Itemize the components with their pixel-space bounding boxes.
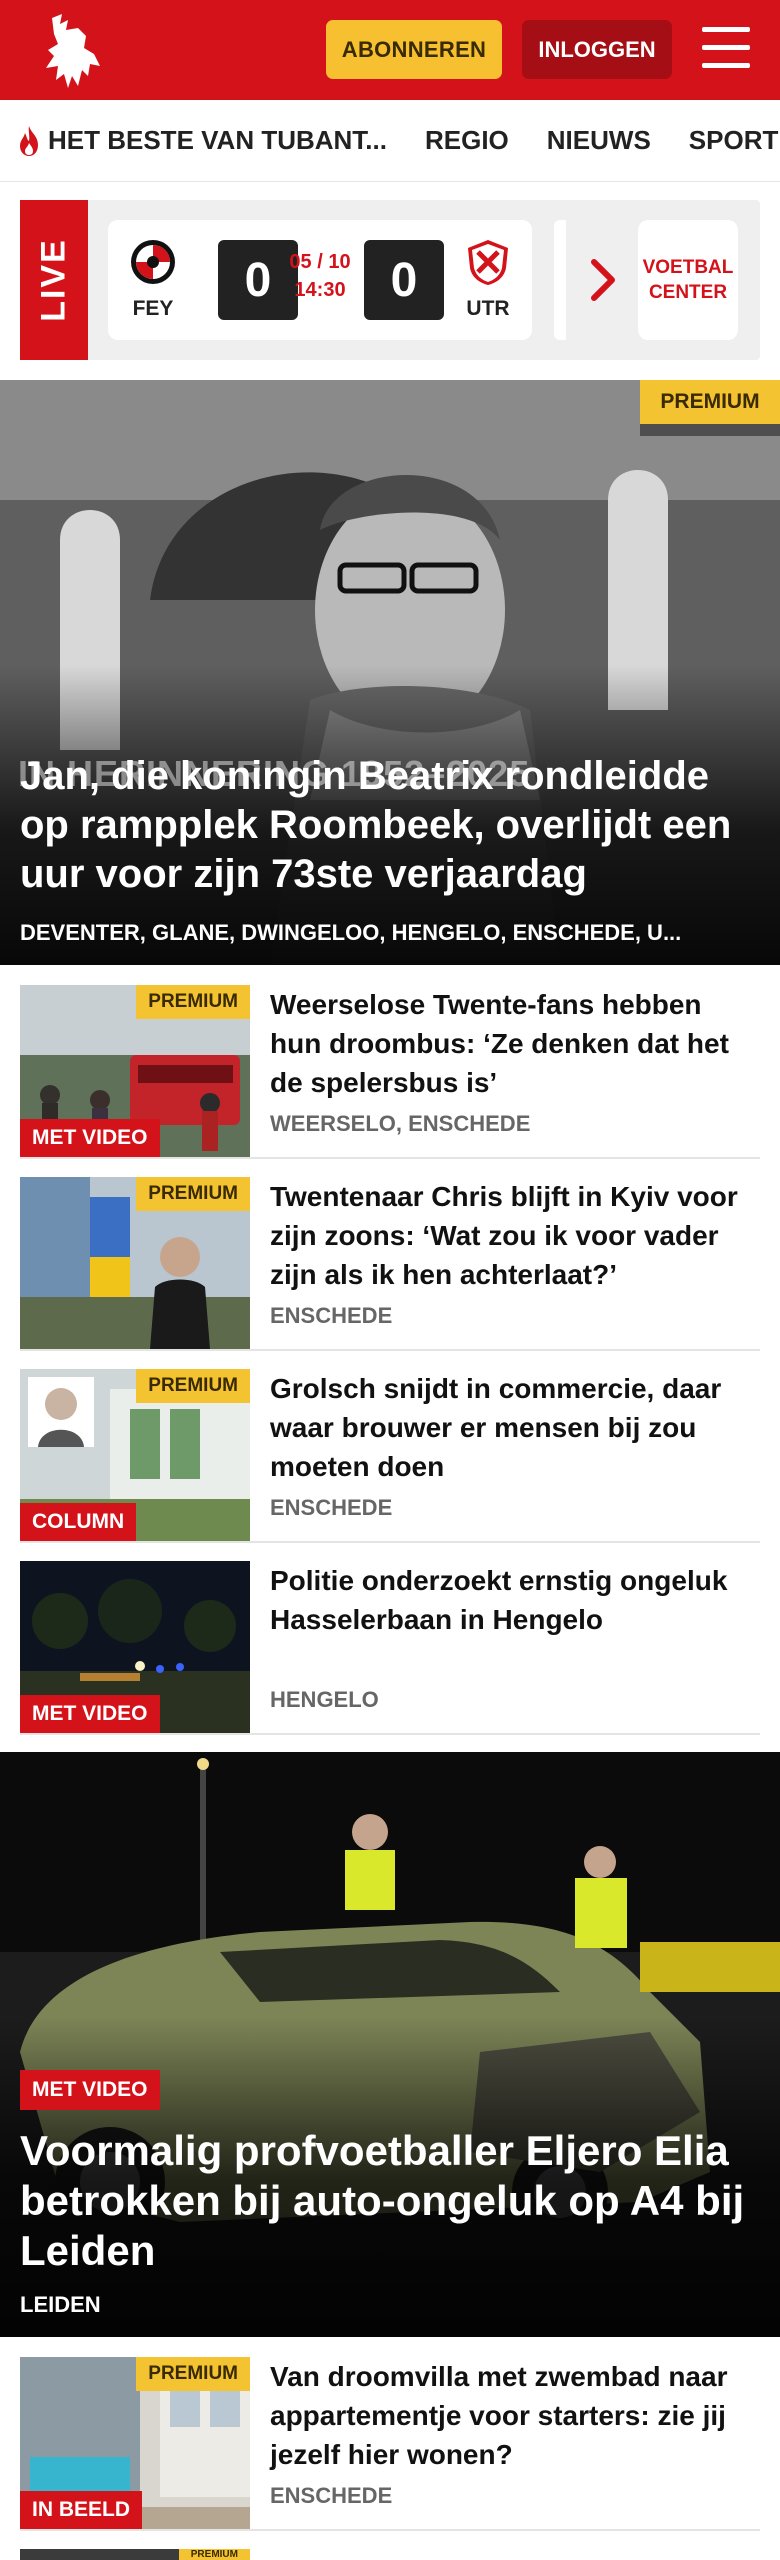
article-title[interactable]: Weerselose Twente-fans hebben hun droomb…	[270, 985, 760, 1102]
list-item[interactable]: PREMIUM Twentenaar Chris blijft in Kyiv …	[20, 1177, 760, 1351]
match-card[interactable]: FEY 0 05 / 10 14:30 0 UTR	[108, 220, 532, 340]
article-thumbnail: MET VIDEO	[20, 1561, 250, 1733]
column-badge: COLUMN	[20, 1503, 137, 1541]
feature-place: LEIDEN	[20, 2292, 101, 2317]
article-thumbnail: PREMIUM MET VIDEO	[20, 985, 250, 1157]
page: ABONNEREN INLOGGEN HET BESTE VAN TUBANT.…	[0, 0, 780, 2560]
nav-item-sport[interactable]: SPORT	[689, 125, 779, 156]
list-item[interactable]: PREMIUM COLUMN Grolsch snijdt in commerc…	[20, 1369, 760, 1543]
article-title[interactable]: Grolsch snijdt in commercie, daar waar b…	[270, 1369, 760, 1486]
premium-badge: PREMIUM	[136, 985, 250, 1019]
chevron-right-icon[interactable]	[588, 256, 618, 304]
video-badge: MET VIDEO	[20, 1695, 160, 1733]
nav-item-regio[interactable]: REGIO	[425, 125, 509, 156]
article-thumbnail: PREMIUM IN BEELD	[20, 2357, 250, 2529]
article-title[interactable]: Twentenaar Chris blijft in Kyiv voor zij…	[270, 1177, 760, 1294]
top-bar: ABONNEREN INLOGGEN	[0, 0, 780, 100]
article-place: ENSCHEDE	[270, 1495, 393, 1520]
live-scores-strip: LIVE FEY 0 05 / 10 14:30 0 UTR VOETBAL C…	[20, 200, 760, 360]
photo-badge: IN BEELD	[20, 2491, 143, 2529]
article-title[interactable]: Van droomvilla met zwembad naar appartem…	[270, 2357, 760, 2474]
article-thumbnail: PREMIUM COLUMN	[20, 1369, 250, 1541]
list-item[interactable]: MET VIDEO Politie onderzoekt ernstig ong…	[20, 1561, 760, 1735]
flame-icon	[20, 125, 38, 156]
away-team-code: UTR	[466, 297, 510, 320]
live-tag: LIVE	[20, 200, 88, 360]
match-kickoff: 14:30	[294, 279, 346, 301]
premium-badge: PREMIUM	[136, 1177, 250, 1211]
nav-item-nieuws[interactable]: NIEUWS	[547, 125, 651, 156]
section-nav: HET BESTE VAN TUBANT... REGIO NIEUWS SPO…	[0, 100, 780, 182]
home-team: FEY	[123, 238, 183, 321]
feyenoord-crest-icon	[131, 240, 175, 284]
list-item[interactable]: PREMIUM IN BEELD Van droomvilla met zwem…	[20, 2357, 760, 2531]
premium-badge: PREMIUM	[136, 1369, 250, 1403]
premium-badge: PREMIUM	[640, 380, 780, 424]
feature-article[interactable]: MET VIDEO Voormalig profvoetballer Eljer…	[0, 1752, 780, 2337]
subscribe-button[interactable]: ABONNEREN	[326, 20, 502, 79]
hero-article[interactable]: PREMIUM IN HERINNERING 1952–2025 Jan, di…	[0, 380, 780, 965]
article-title[interactable]: Politie onderzoekt ernstig ongeluk Hasse…	[270, 1561, 760, 1639]
home-team-code: FEY	[132, 297, 174, 320]
premium-badge: PREMIUM	[178, 2549, 250, 2560]
premium-badge: PREMIUM	[136, 2357, 250, 2391]
article-place: ENSCHEDE	[270, 2483, 393, 2508]
list-item[interactable]: PREMIUM MET VIDEO Weerselose Twente-fans…	[20, 985, 760, 1159]
next-card-edge	[554, 220, 566, 340]
match-time: 05 / 10 14:30	[283, 248, 357, 304]
article-thumbnail: PREMIUM	[20, 1177, 250, 1349]
video-badge: MET VIDEO	[20, 2070, 160, 2110]
article-place: ENSCHEDE	[270, 1303, 393, 1328]
nav-item-best-of[interactable]: HET BESTE VAN TUBANT...	[16, 125, 387, 157]
feature-title[interactable]: Voormalig profvoetballer Eljero Elia bet…	[20, 2126, 760, 2276]
voetbal-center-link[interactable]: VOETBAL CENTER	[638, 220, 738, 340]
hamburger-menu-icon[interactable]	[702, 27, 750, 69]
tubantia-horse-logo[interactable]	[38, 10, 106, 90]
nav-label: HET BESTE VAN TUBANT...	[48, 125, 387, 155]
article-thumbnail: PREMIUM	[20, 2549, 250, 2560]
video-badge: MET VIDEO	[20, 1119, 160, 1157]
login-button[interactable]: INLOGGEN	[522, 20, 672, 79]
away-team: UTR	[458, 238, 518, 321]
away-score: 0	[364, 240, 444, 320]
hero-places: DEVENTER, GLANE, DWINGELOO, HENGELO, ENS…	[20, 920, 682, 945]
list-item[interactable]: PREMIUM	[20, 2549, 760, 2560]
hero-title[interactable]: Jan, die koningin Beatrix rondleidde op …	[20, 752, 760, 899]
article-place: WEERSELO, ENSCHEDE	[270, 1111, 531, 1136]
match-date: 05 / 10	[289, 251, 351, 273]
article-place: HENGELO	[270, 1687, 379, 1712]
fc-utrecht-crest-icon	[468, 240, 508, 285]
